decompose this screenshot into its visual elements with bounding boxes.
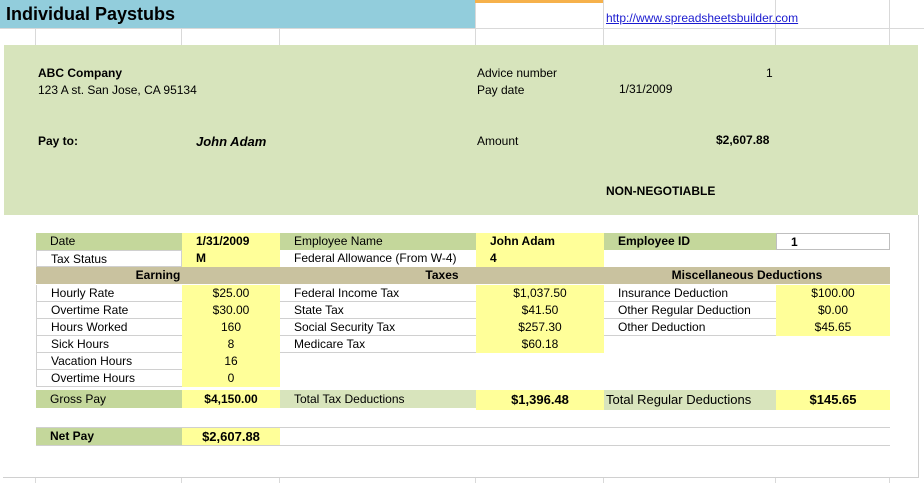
earning-label-2: Hours Worked xyxy=(36,319,182,336)
grid-line xyxy=(0,28,924,29)
earning-value-4: 16 xyxy=(182,353,280,370)
pay-to-label: Pay to: xyxy=(38,134,79,148)
tax-status-value: M xyxy=(182,250,280,267)
misc-label-1: Other Regular Deduction xyxy=(604,302,776,319)
paystub-header xyxy=(4,45,918,216)
website-link[interactable]: http://www.spreadsheetsbuilder.com xyxy=(606,11,798,25)
total-regular-label: Total Regular Deductions xyxy=(604,390,776,410)
misc-deductions-header: Miscellaneous Deductions xyxy=(604,267,890,284)
net-pay-label: Net Pay xyxy=(36,428,182,445)
tax-status-label: Tax Status xyxy=(36,250,182,267)
misc-label-0: Insurance Deduction xyxy=(604,285,776,302)
non-negotiable-label: NON-NEGOTIABLE xyxy=(606,184,716,198)
company-address: 123 A st. San Jose, CA 95134 xyxy=(38,83,197,97)
federal-allowance-label: Federal Allowance (From W-4) xyxy=(294,251,457,265)
tax-label-2: Social Security Tax xyxy=(280,319,476,336)
amount-label: Amount xyxy=(477,134,519,148)
earning-label-1: Overtime Rate xyxy=(36,302,182,319)
total-tax-label: Total Tax Deductions xyxy=(280,390,476,408)
earning-label-3: Sick Hours xyxy=(36,336,182,353)
tax-label-3: Medicare Tax xyxy=(280,336,476,353)
earning-value-2: 160 xyxy=(182,319,280,336)
earning-value-0: $25.00 xyxy=(182,285,280,302)
misc-value-2: $45.65 xyxy=(776,319,890,336)
earning-label-5: Overtime Hours xyxy=(36,370,182,387)
page-title: Individual Paystubs xyxy=(6,4,176,24)
pay-date-label: Pay date xyxy=(477,83,525,97)
tax-value-0: $1,037.50 xyxy=(476,285,604,302)
title-bar: Individual Paystubs xyxy=(0,0,475,28)
company-name: ABC Company xyxy=(38,66,123,80)
misc-label-2: Other Deduction xyxy=(604,319,776,336)
earning-header: Earning xyxy=(36,267,280,284)
advice-number-label: Advice number xyxy=(477,66,558,80)
date-label: Date xyxy=(36,233,182,250)
total-tax-value: $1,396.48 xyxy=(476,390,604,410)
federal-allowance-value: 4 xyxy=(476,250,604,267)
tax-label-1: State Tax xyxy=(280,302,476,319)
pay-to-value: John Adam xyxy=(196,134,267,149)
earning-label-4: Vacation Hours xyxy=(36,353,182,370)
tax-value-1: $41.50 xyxy=(476,302,604,319)
earning-value-3: 8 xyxy=(182,336,280,353)
gross-pay-value: $4,150.00 xyxy=(182,390,280,408)
employee-id-label: Employee ID xyxy=(604,233,776,250)
pay-date-value: 1/31/2009 xyxy=(619,82,673,96)
misc-value-1: $0.00 xyxy=(776,302,890,319)
employee-name-label: Employee Name xyxy=(280,233,476,250)
amount-value: $2,607.88 xyxy=(716,133,770,147)
earning-value-1: $30.00 xyxy=(182,302,280,319)
tax-value-2: $257.30 xyxy=(476,319,604,336)
date-value: 1/31/2009 xyxy=(182,233,280,250)
advice-number-value: 1 xyxy=(766,66,773,80)
net-pay-value: $2,607.88 xyxy=(182,428,280,445)
tax-label-0: Federal Income Tax xyxy=(280,285,476,302)
employee-name-value: John Adam xyxy=(476,233,604,250)
taxes-header: Taxes xyxy=(280,267,604,284)
tax-value-3: $60.18 xyxy=(476,336,604,353)
total-regular-value: $145.65 xyxy=(776,390,890,410)
misc-value-0: $100.00 xyxy=(776,285,890,302)
earning-label-0: Hourly Rate xyxy=(36,285,182,302)
row-line xyxy=(36,445,890,446)
selected-cell-marker xyxy=(475,0,603,3)
gross-pay-label: Gross Pay xyxy=(36,390,182,408)
employee-id-value: 1 xyxy=(776,233,890,250)
earning-value-5: 0 xyxy=(182,370,280,387)
